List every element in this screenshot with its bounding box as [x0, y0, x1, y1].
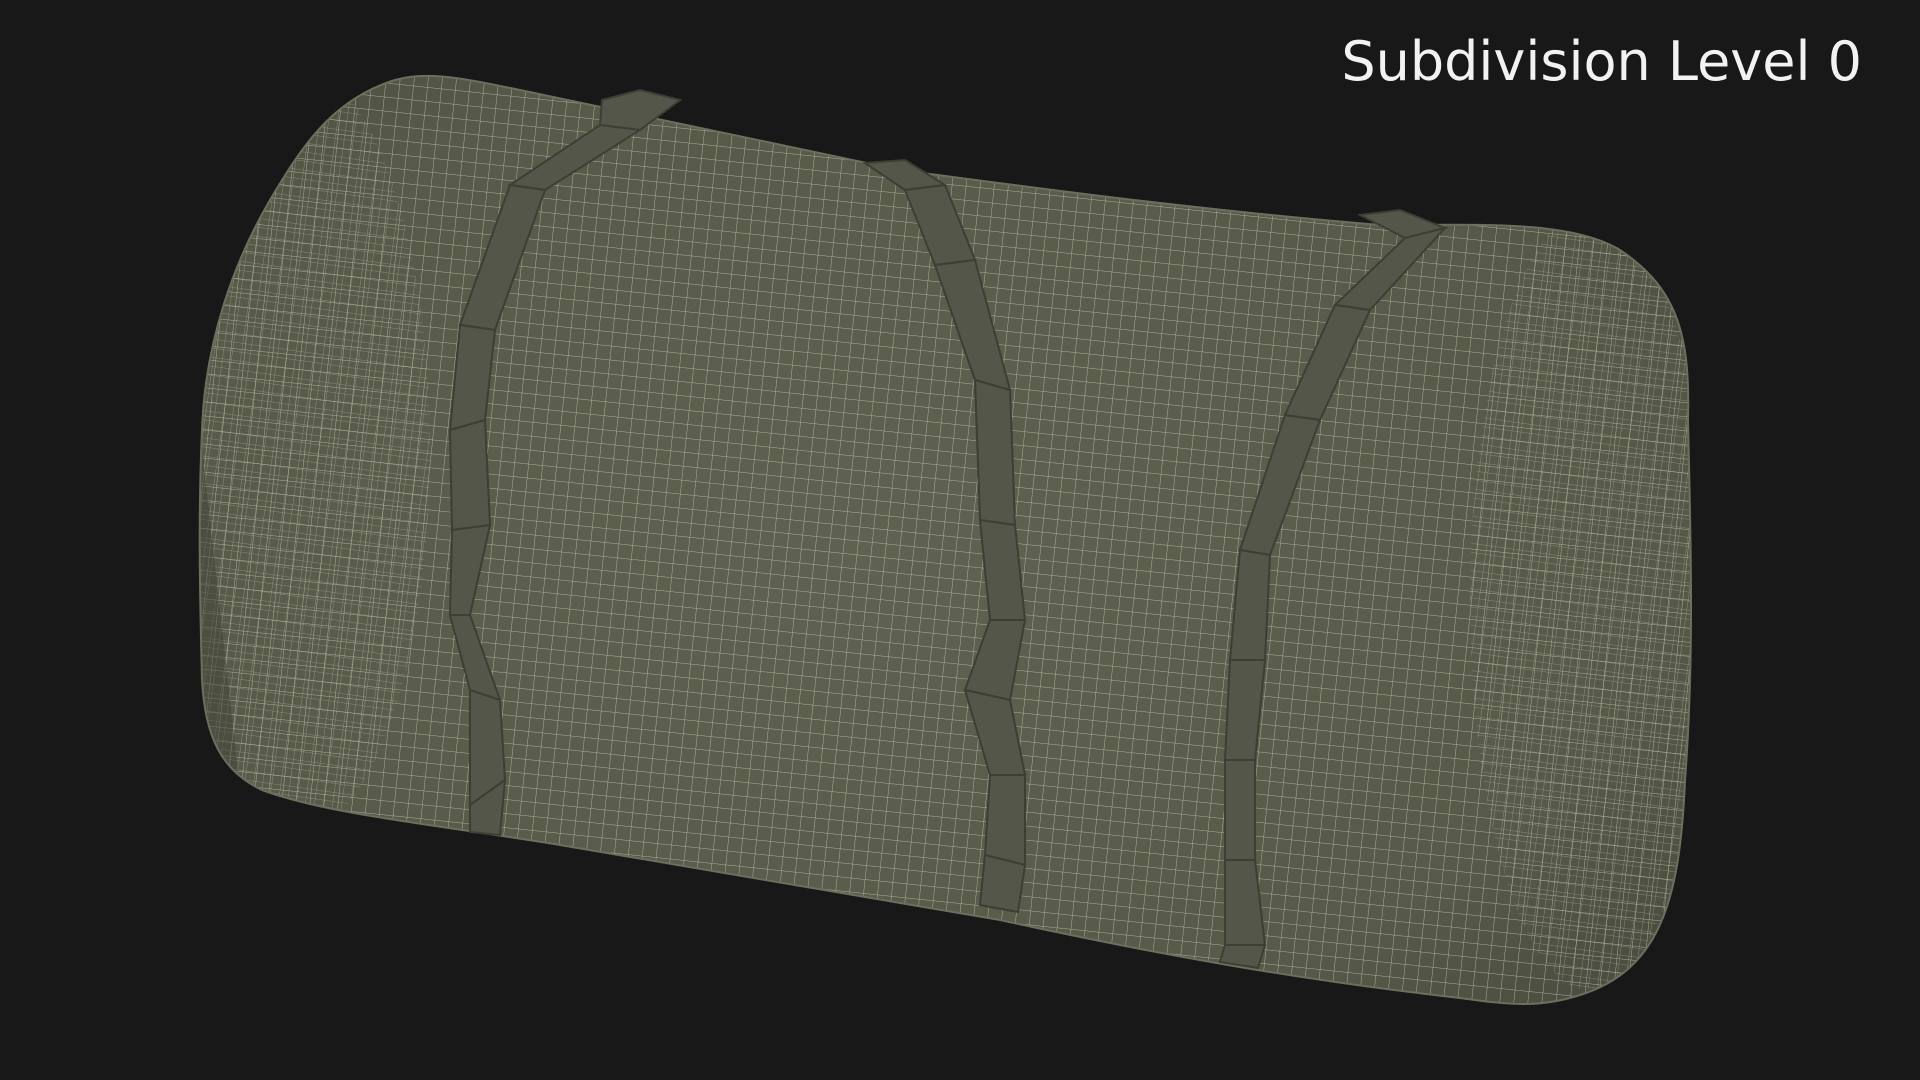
3d-viewport[interactable]: Subdivision Level 0 [0, 0, 1920, 1080]
duffel-bag-wireframe [198, 74, 1693, 1006]
subdivision-level-label: Subdivision Level 0 [1341, 30, 1862, 93]
